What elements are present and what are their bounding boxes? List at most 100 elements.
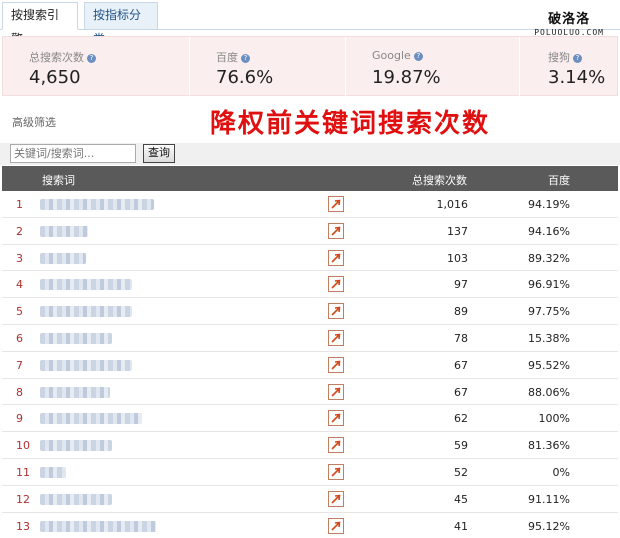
table-row: 12 45 91.11%	[2, 486, 618, 513]
trend-arrow-icon[interactable]	[328, 437, 344, 454]
table-row: 5 89 97.75%	[2, 298, 618, 325]
row-total-searches: 78	[454, 331, 468, 345]
stat-value: 76.6%	[216, 67, 274, 88]
blurred-search-term[interactable]	[40, 386, 110, 398]
trend-arrow-icon[interactable]	[328, 410, 344, 427]
row-total-searches: 137	[447, 224, 468, 238]
question-icon[interactable]: ?	[413, 52, 423, 61]
row-baidu-share: 15.38%	[528, 331, 570, 345]
stat-sogou: 搜狗? 3.14%	[519, 37, 619, 97]
trend-arrow-icon[interactable]	[328, 222, 344, 239]
blurred-search-term[interactable]	[40, 493, 112, 505]
table-row: 1 1,016 94.19%	[2, 191, 618, 218]
table-row: 3 103 89.32%	[2, 245, 618, 272]
trend-arrow-icon[interactable]	[328, 276, 344, 293]
blurred-search-term[interactable]	[40, 413, 142, 425]
row-rank: 7	[16, 358, 23, 372]
table-row: 11 52 0%	[2, 459, 618, 486]
row-total-searches: 41	[454, 519, 468, 533]
row-baidu-share: 97.75%	[528, 305, 570, 319]
row-rank: 11	[16, 465, 30, 479]
row-baidu-share: 100%	[538, 412, 570, 426]
stat-label: 总搜索次数	[29, 51, 84, 64]
advanced-filter-link[interactable]: 高级筛选	[12, 114, 56, 130]
blurred-search-term[interactable]	[40, 306, 132, 318]
stat-value: 4,650	[29, 67, 81, 88]
header-total[interactable]: 总搜索次数	[412, 172, 467, 188]
header-term[interactable]: 搜索词	[42, 172, 75, 188]
table-row: 13 41 95.12%	[2, 513, 618, 538]
blurred-search-term[interactable]	[40, 359, 132, 371]
row-baidu-share: 94.16%	[528, 224, 570, 238]
stat-value: 19.87%	[372, 67, 441, 88]
row-rank: 13	[16, 519, 30, 533]
blurred-search-term[interactable]	[40, 252, 86, 264]
row-total-searches: 97	[454, 278, 468, 292]
search-input[interactable]	[10, 144, 136, 163]
row-total-searches: 52	[454, 465, 468, 479]
row-rank: 1	[16, 198, 23, 211]
row-rank: 6	[16, 331, 23, 345]
row-rank: 2	[16, 224, 23, 238]
search-bar: 查询	[0, 143, 620, 165]
blurred-search-term[interactable]	[40, 279, 132, 291]
trend-arrow-icon[interactable]	[328, 196, 344, 212]
headline-annotation: 降权前关键词搜索次数	[210, 109, 491, 139]
stat-label: 百度	[216, 51, 238, 64]
row-rank: 8	[16, 385, 23, 399]
table-row: 6 78 15.38%	[2, 325, 618, 352]
stat-google: Google? 19.87%	[345, 37, 519, 97]
search-button[interactable]: 查询	[143, 144, 175, 163]
stat-baidu: 百度? 76.6%	[189, 37, 345, 97]
row-baidu-share: 91.11%	[528, 492, 570, 506]
blurred-search-term[interactable]	[40, 466, 66, 478]
blurred-search-term[interactable]	[40, 225, 88, 237]
row-baidu-share: 94.19%	[528, 198, 570, 211]
stat-value: 3.14%	[548, 67, 606, 88]
trend-arrow-icon[interactable]	[328, 517, 344, 534]
stat-label: 搜狗	[548, 51, 570, 64]
row-rank: 10	[16, 439, 30, 453]
blurred-search-term[interactable]	[40, 440, 112, 452]
row-baidu-share: 96.91%	[528, 278, 570, 292]
row-total-searches: 62	[454, 412, 468, 426]
row-baidu-share: 88.06%	[528, 385, 570, 399]
row-rank: 3	[16, 251, 23, 265]
row-total-searches: 45	[454, 492, 468, 506]
trend-arrow-icon[interactable]	[328, 383, 344, 400]
table-row: 2 137 94.16%	[2, 218, 618, 245]
watermark: 破洛洛 POLUOLUO.COM	[534, 8, 604, 37]
stat-total: 总搜索次数? 4,650	[3, 37, 173, 97]
blurred-search-term[interactable]	[40, 199, 154, 210]
trend-arrow-icon[interactable]	[328, 303, 344, 320]
row-baidu-share: 81.36%	[528, 439, 570, 453]
tab-by-engine[interactable]: 按搜索引擎	[2, 2, 78, 46]
trend-arrow-icon[interactable]	[328, 490, 344, 507]
row-baidu-share: 95.12%	[528, 519, 570, 533]
table-row: 7 67 95.52%	[2, 352, 618, 379]
row-total-searches: 89	[454, 305, 468, 319]
trend-arrow-icon[interactable]	[328, 356, 344, 373]
header-baidu[interactable]: 百度	[548, 172, 570, 188]
table-row: 8 67 88.06%	[2, 379, 618, 406]
row-baidu-share: 0%	[552, 465, 570, 479]
blurred-search-term[interactable]	[40, 520, 156, 532]
row-rank: 9	[16, 412, 23, 426]
trend-arrow-icon[interactable]	[328, 249, 344, 266]
question-icon[interactable]: ?	[573, 54, 582, 63]
question-icon[interactable]: ?	[87, 54, 96, 63]
row-total-searches: 1,016	[436, 198, 469, 211]
tab-by-metric[interactable]: 按指标分类	[84, 2, 158, 46]
stats-panel: 总搜索次数? 4,650 百度? 76.6% Google? 19.87% 搜狗…	[2, 36, 619, 97]
row-total-searches: 103	[447, 251, 468, 265]
table-row: 9 62 100%	[2, 405, 618, 433]
table-row: 10 59 81.36%	[2, 432, 618, 459]
blurred-search-term[interactable]	[40, 332, 112, 344]
question-icon[interactable]: ?	[241, 54, 250, 63]
row-total-searches: 59	[454, 439, 468, 453]
row-baidu-share: 89.32%	[528, 251, 570, 265]
trend-arrow-icon[interactable]	[328, 329, 344, 346]
trend-arrow-icon[interactable]	[328, 463, 344, 480]
row-rank: 5	[16, 305, 23, 319]
stat-label: Google	[372, 49, 411, 62]
